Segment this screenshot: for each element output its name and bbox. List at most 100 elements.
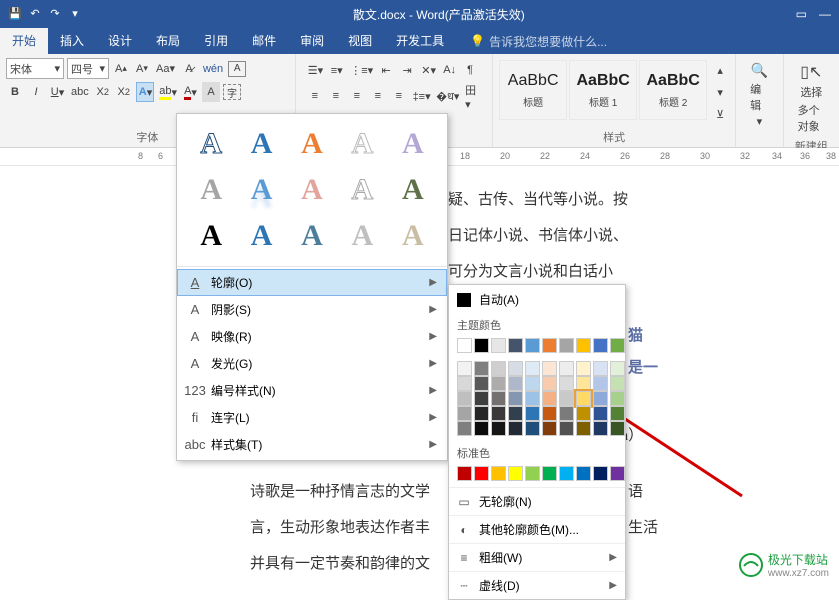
tell-me-box[interactable]: 💡告诉我您想要做什么... (470, 33, 607, 50)
text-effect-preset[interactable]: A (389, 214, 437, 258)
tab-references[interactable]: 引用 (192, 28, 240, 54)
text-effect-preset[interactable]: A (187, 122, 235, 166)
color-swatch[interactable] (474, 338, 489, 353)
align-left-button[interactable]: ≡ (306, 86, 324, 106)
color-swatch[interactable] (610, 466, 625, 481)
styles-scroll-down[interactable]: ▾ (711, 82, 729, 102)
color-swatch[interactable] (491, 406, 506, 421)
color-swatch[interactable] (542, 391, 557, 406)
borders-button[interactable]: 田▾ (463, 86, 482, 106)
color-swatch[interactable] (474, 466, 489, 481)
change-case-button[interactable]: Aa▾ (154, 59, 177, 79)
tab-home[interactable]: 开始 (0, 28, 48, 54)
color-swatch[interactable] (576, 406, 591, 421)
color-swatch[interactable] (508, 466, 523, 481)
dashes-item[interactable]: ┄虚线(D)▶ (449, 571, 625, 599)
clear-format-button[interactable]: A̷ (180, 59, 198, 79)
color-swatch[interactable] (542, 361, 557, 376)
color-swatch[interactable] (576, 421, 591, 436)
qat-more-icon[interactable]: ▾ (68, 7, 82, 21)
tab-mail[interactable]: 邮件 (240, 28, 288, 54)
line-spacing-button[interactable]: ‡≡▾ (411, 86, 432, 106)
justify-button[interactable]: ≡ (369, 86, 387, 106)
more-colors-item[interactable]: ◐其他轮廓颜色(M)... (449, 515, 625, 543)
styles-scroll-up[interactable]: ▴ (711, 60, 729, 80)
color-swatch[interactable] (457, 361, 472, 376)
color-swatch[interactable] (508, 361, 523, 376)
reflection-menu-item[interactable]: A映像(R)▶ (177, 323, 447, 350)
underline-button[interactable]: U▾ (48, 82, 66, 102)
color-swatch[interactable] (474, 376, 489, 391)
bullets-button[interactable]: ☰▾ (306, 60, 324, 80)
show-marks-button[interactable]: ¶ (461, 60, 479, 80)
number-style-menu-item[interactable]: 123编号样式(N)▶ (177, 377, 447, 404)
shadow-menu-item[interactable]: A阴影(S)▶ (177, 296, 447, 323)
character-shading-button[interactable]: A (202, 82, 220, 102)
color-swatch[interactable] (559, 361, 574, 376)
font-name-combo[interactable]: 宋体▾ (6, 58, 64, 79)
save-icon[interactable]: 💾 (8, 7, 22, 21)
color-swatch[interactable] (610, 421, 625, 436)
color-swatch[interactable] (525, 421, 540, 436)
tab-view[interactable]: 视图 (336, 28, 384, 54)
tab-insert[interactable]: 插入 (48, 28, 96, 54)
decrease-indent-button[interactable]: ⇤ (377, 60, 395, 80)
text-effect-preset[interactable]: A (338, 168, 386, 212)
no-outline-item[interactable]: ▭无轮廓(N) (449, 487, 625, 515)
color-swatch[interactable] (576, 376, 591, 391)
color-swatch[interactable] (457, 338, 472, 353)
color-swatch[interactable] (474, 421, 489, 436)
color-swatch[interactable] (525, 466, 540, 481)
redo-icon[interactable]: ↷ (48, 7, 62, 21)
color-swatch[interactable] (542, 376, 557, 391)
color-swatch[interactable] (474, 406, 489, 421)
color-swatch[interactable] (559, 391, 574, 406)
text-effect-preset[interactable]: A (187, 168, 235, 212)
color-swatch[interactable] (525, 391, 540, 406)
tab-layout[interactable]: 布局 (144, 28, 192, 54)
color-swatch[interactable] (457, 406, 472, 421)
strikethrough-button[interactable]: abc (69, 82, 91, 102)
text-effect-preset[interactable]: A (389, 168, 437, 212)
text-effect-preset[interactable]: A (288, 168, 336, 212)
numbering-button[interactable]: ≡▾ (327, 60, 345, 80)
color-swatch[interactable] (474, 391, 489, 406)
color-swatch[interactable] (593, 391, 608, 406)
ligatures-menu-item[interactable]: fi连字(L)▶ (177, 404, 447, 431)
align-center-button[interactable]: ≡ (327, 86, 345, 106)
glow-menu-item[interactable]: A发光(G)▶ (177, 350, 447, 377)
color-swatch[interactable] (491, 361, 506, 376)
outline-menu-item[interactable]: A轮廓(O)▶ (177, 269, 447, 296)
color-swatch[interactable] (542, 406, 557, 421)
color-swatch[interactable] (474, 361, 489, 376)
color-swatch[interactable] (542, 338, 557, 353)
superscript-button[interactable]: X2 (115, 82, 133, 102)
color-swatch[interactable] (576, 338, 591, 353)
color-swatch[interactable] (559, 421, 574, 436)
color-swatch[interactable] (508, 376, 523, 391)
shrink-font-button[interactable]: A▾ (133, 59, 151, 79)
text-effect-preset[interactable]: A (288, 214, 336, 258)
phonetic-guide-button[interactable]: wén (201, 59, 225, 79)
color-swatch[interactable] (610, 376, 625, 391)
color-swatch[interactable] (457, 466, 472, 481)
color-swatch[interactable] (542, 421, 557, 436)
color-swatch[interactable] (559, 406, 574, 421)
color-swatch[interactable] (508, 391, 523, 406)
tab-developer[interactable]: 开发工具 (384, 28, 456, 54)
font-size-combo[interactable]: 四号▾ (67, 58, 109, 79)
color-swatch[interactable] (491, 376, 506, 391)
style-heading1[interactable]: AaBbC标题 1 (569, 60, 637, 120)
color-swatch[interactable] (559, 466, 574, 481)
color-swatch[interactable] (576, 466, 591, 481)
color-swatch[interactable] (491, 466, 506, 481)
color-swatch[interactable] (491, 391, 506, 406)
color-swatch[interactable] (593, 376, 608, 391)
highlight-button[interactable]: ab▾ (157, 82, 178, 102)
minimize-icon[interactable]: — (819, 7, 831, 21)
editing-label[interactable]: 编辑 (750, 81, 768, 113)
distribute-button[interactable]: ≡ (390, 86, 408, 106)
text-effect-preset[interactable]: A (338, 214, 386, 258)
asian-layout-button[interactable]: ✕▾ (419, 60, 437, 80)
color-swatch[interactable] (542, 466, 557, 481)
